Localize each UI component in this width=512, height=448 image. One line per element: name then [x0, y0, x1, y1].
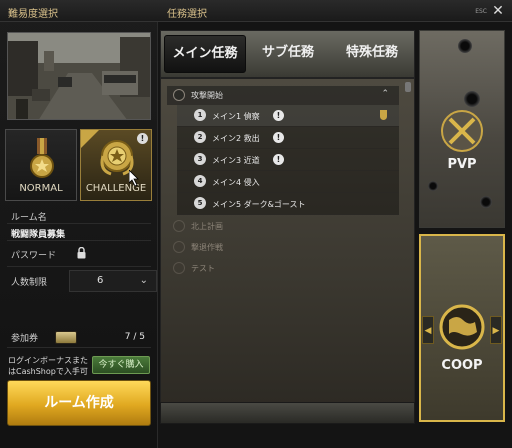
bullet-hole-decoration — [458, 39, 472, 53]
group-emblem-icon — [173, 220, 185, 232]
globe-icon — [439, 304, 485, 350]
password-label: パスワード — [11, 251, 57, 261]
player-limit-value: 6 — [97, 275, 104, 286]
group-label: 撃退作戦 — [191, 243, 223, 252]
mission-item-3[interactable]: 3 メイン3 近道 ! — [177, 149, 399, 171]
mission-label: メイン2 救出 — [212, 134, 260, 143]
mission-select-window: 難易度選択 NORMAL ! CHALLENGE ルーム名 戦闘隊員募集 パスワ… — [0, 0, 512, 448]
group-label: 攻撃開始 — [191, 91, 223, 100]
player-limit-row: 人数制限 6 ⌄ — [7, 267, 157, 295]
room-name-label: ルーム名 — [11, 213, 47, 223]
mission-tabs: メイン任務 サブ任務 特殊任務 — [160, 30, 415, 78]
tab-special-mission[interactable]: 特殊任務 — [331, 35, 413, 73]
difficulty-normal-card[interactable]: NORMAL — [5, 129, 77, 201]
lock-icon — [77, 247, 86, 259]
group-emblem-icon — [173, 262, 185, 274]
mission-title: 任務選択 — [167, 9, 207, 20]
mouse-cursor-icon — [129, 170, 139, 186]
group-label: 北上計画 — [191, 222, 223, 231]
difficulty-normal-label: NORMAL — [19, 183, 63, 194]
mission-item-2[interactable]: 2 メイン2 救出 ! — [177, 127, 399, 149]
difficulty-challenge-card[interactable]: ! CHALLENGE — [80, 129, 152, 201]
mode-coop-card[interactable]: ◀ ▶ COOP — [419, 234, 505, 422]
ticket-row: 参加券 7 / 5 — [7, 328, 151, 348]
group-test[interactable]: テスト — [167, 259, 399, 278]
player-limit-select[interactable]: 6 ⌄ — [69, 270, 157, 292]
group-label: テスト — [191, 264, 215, 273]
buy-now-button[interactable]: 今すぐ購入 — [92, 356, 150, 374]
mission-number-badge: 1 — [194, 109, 206, 121]
tab-sub-mission[interactable]: サブ任務 — [248, 35, 328, 73]
warning-icon: ! — [273, 154, 284, 165]
street-scene-image — [8, 33, 150, 119]
player-limit-label: 人数制限 — [11, 278, 48, 288]
room-name-row: ルーム名 — [7, 207, 151, 224]
group-emblem-icon — [173, 241, 185, 253]
group-emblem-icon — [173, 89, 185, 101]
mission-item-5[interactable]: 5 メイン5 ダーク&ゴースト — [177, 193, 399, 215]
create-room-button[interactable]: ルーム作成 — [7, 380, 151, 426]
bullet-hole-decoration — [428, 181, 438, 191]
mission-label: メイン1 偵察 — [212, 112, 260, 121]
room-settings-form: ルーム名 戦闘隊員募集 パスワード 人数制限 6 ⌄ — [7, 207, 157, 295]
ticket-count: 7 / 5 — [124, 332, 145, 342]
difficulty-panel: 難易度選択 NORMAL ! CHALLENGE ルーム名 戦闘隊員募集 パスワ… — [0, 0, 158, 448]
map-preview-image — [7, 32, 151, 120]
mode-coop-label: COOP — [441, 358, 483, 373]
arrow-right-icon[interactable]: ▶ — [490, 316, 502, 344]
group-repel-operation[interactable]: 撃退作戦 — [167, 238, 399, 257]
mission-number-badge: 4 — [194, 175, 206, 187]
bronze-medal-icon — [30, 138, 54, 178]
room-name-value: 戦闘隊員募集 — [11, 230, 66, 240]
mode-pvp-card[interactable]: PVP — [419, 30, 505, 228]
close-button[interactable]: ✕ — [490, 3, 506, 19]
mission-label: メイン5 ダーク&ゴースト — [212, 200, 306, 209]
tab-main-mission[interactable]: メイン任務 — [164, 35, 246, 73]
mission-number-badge: 5 — [194, 197, 206, 209]
mission-label: メイン4 侵入 — [212, 178, 260, 187]
password-row: パスワード — [7, 241, 151, 267]
group-northward-plan[interactable]: 北上計画 — [167, 217, 399, 236]
medal-icon — [380, 110, 387, 120]
ticket-icon — [55, 331, 77, 344]
arrow-left-icon[interactable]: ◀ — [422, 316, 434, 344]
mission-list: 攻撃開始 ⌃ 1 メイン1 偵察 ! 2 メイン2 救出 ! 3 メイン3 近道… — [167, 86, 399, 278]
bullet-hole-decoration — [464, 91, 480, 107]
mission-item-1[interactable]: 1 メイン1 偵察 ! — [177, 105, 399, 127]
password-field[interactable] — [69, 243, 151, 265]
mission-panel-footer — [160, 402, 415, 424]
esc-hint: ESC — [475, 8, 487, 15]
difficulty-header: 難易度選択 — [0, 0, 158, 22]
mission-number-badge: 2 — [194, 131, 206, 143]
bullet-hole-decoration — [480, 196, 492, 208]
difficulty-title: 難易度選択 — [8, 9, 58, 20]
warning-icon: ! — [273, 110, 284, 121]
mission-number-badge: 3 — [194, 153, 206, 165]
crossed-rifles-icon — [441, 110, 483, 152]
mission-item-4[interactable]: 4 メイン4 侵入 — [177, 171, 399, 193]
mission-label: メイン3 近道 — [212, 156, 260, 165]
warning-icon: ! — [273, 132, 284, 143]
ticket-label: 参加券 — [11, 334, 39, 344]
room-name-input[interactable]: 戦闘隊員募集 — [7, 224, 151, 241]
bonus-info-text: ログインボーナスまたはCashShopで入手可 — [8, 356, 88, 376]
chevron-down-icon: ⌄ — [139, 275, 148, 286]
chevron-up-icon: ⌃ — [381, 89, 389, 99]
group-attack-start[interactable]: 攻撃開始 ⌃ — [167, 86, 399, 105]
mode-pvp-label: PVP — [447, 157, 477, 172]
scrollbar-thumb[interactable] — [405, 82, 411, 92]
mission-header: 任務選択 ESC ✕ — [158, 0, 512, 22]
